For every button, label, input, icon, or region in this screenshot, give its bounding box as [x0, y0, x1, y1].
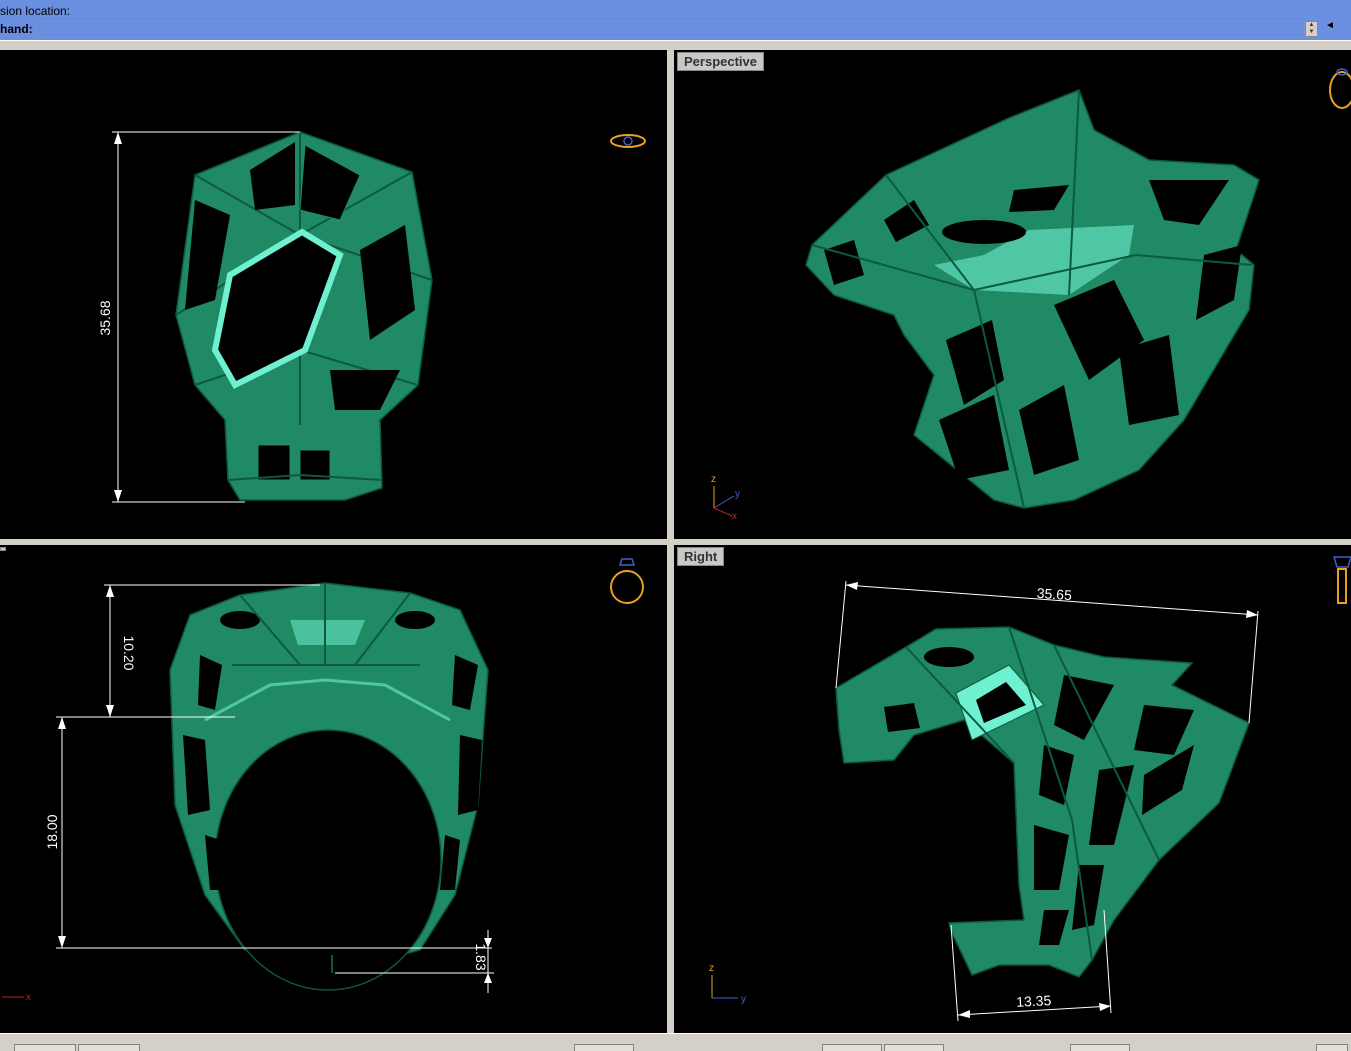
front-view-canvas: 10.20 18.00 1.83 x	[2, 558, 644, 1003]
ring-icon-perspective[interactable]	[1329, 68, 1351, 109]
svg-text:z: z	[709, 963, 714, 974]
viewport-perspective[interactable]: z y x Perspective	[674, 50, 1351, 539]
viewport-tab-bar	[0, 1033, 1351, 1051]
perspective-view-canvas: z y x	[711, 68, 1351, 522]
svg-text:x: x	[26, 992, 31, 1003]
dimension-label: 18.00	[44, 814, 60, 849]
ring-icon-top[interactable]	[610, 134, 646, 148]
svg-text:y: y	[741, 994, 746, 1005]
spin-down-icon[interactable]: ▼	[1306, 29, 1317, 36]
dimension-label: 1.83	[473, 943, 489, 970]
viewport-top[interactable]: 35.68 x	[0, 50, 667, 539]
ring-model-front	[169, 582, 489, 991]
viewport-title-perspective[interactable]: Perspective	[677, 52, 764, 71]
dimension-label: 10.20	[121, 635, 137, 670]
viewport-tab[interactable]	[574, 1044, 634, 1051]
viewport-tab[interactable]	[78, 1044, 140, 1051]
ring-icon-right[interactable]	[1332, 556, 1351, 604]
command-history-line: sion location:	[0, 4, 71, 18]
dimension-label: 35.65	[1036, 585, 1072, 603]
ring-icon-front[interactable]	[610, 558, 644, 604]
top-view-canvas: 35.68 x	[97, 131, 646, 503]
ring-model-top	[175, 131, 433, 501]
ring-model-perspective	[805, 89, 1260, 509]
viewport-tab[interactable]	[1070, 1044, 1130, 1051]
axis-indicator-right: z y	[709, 963, 746, 1005]
history-left-arrow-icon[interactable]: ◄	[1325, 20, 1335, 31]
axis-indicator-perspective: z y x	[711, 474, 740, 522]
viewport-tab[interactable]	[822, 1044, 882, 1051]
command-input[interactable]	[36, 21, 1305, 38]
viewport-tab[interactable]	[884, 1044, 944, 1051]
command-line: hand: ▲ ▼ ◄	[0, 20, 1351, 38]
command-history-spinner[interactable]: ▲ ▼	[1305, 21, 1318, 37]
right-view-canvas: 35.65 13.35 z y	[709, 556, 1351, 1022]
viewport-right[interactable]: 35.65 13.35 z y Right	[674, 545, 1351, 1033]
svg-text:z: z	[711, 474, 716, 485]
viewport-tab[interactable]	[14, 1044, 76, 1051]
ring-model-right	[835, 626, 1250, 978]
svg-text:x: x	[732, 511, 737, 522]
viewport-tab[interactable]	[1316, 1044, 1348, 1051]
dimension-label: 35.68	[97, 300, 113, 335]
axis-indicator-front: x	[2, 992, 31, 1003]
dimension-label: 13.35	[1016, 992, 1052, 1010]
viewport-title-right[interactable]: Right	[677, 547, 725, 566]
command-prompt-label: hand:	[0, 22, 33, 36]
viewport-title-front[interactable]	[0, 547, 6, 551]
command-area: sion location: hand: ▲ ▼ ◄	[0, 0, 1351, 40]
viewport-front[interactable]: 10.20 18.00 1.83 x	[0, 545, 667, 1033]
svg-text:y: y	[735, 489, 740, 500]
spin-up-icon[interactable]: ▲	[1306, 22, 1317, 29]
